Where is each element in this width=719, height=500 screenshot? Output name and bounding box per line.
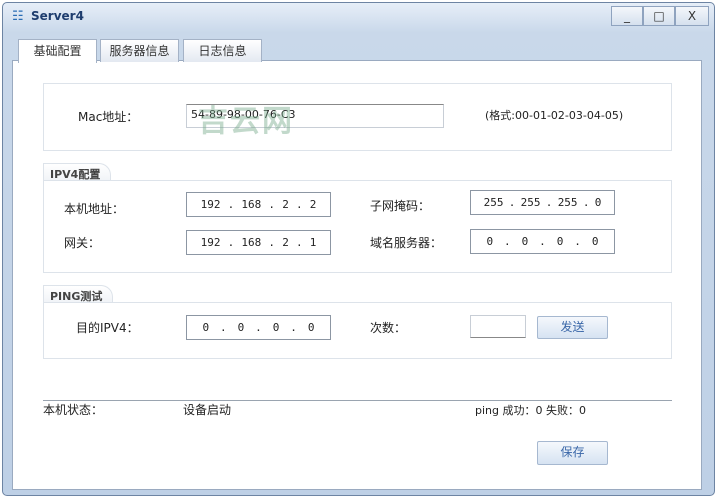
octet: 0 (237, 321, 245, 334)
tab-basic-config[interactable]: 基础配置 (18, 39, 97, 63)
octet: 1 (309, 236, 317, 249)
ip-address-input[interactable]: 192. 168. 2. 2 (186, 192, 331, 217)
octet: 255 (520, 196, 541, 209)
octet: 0 (486, 235, 494, 248)
subnet-mask-input[interactable]: 255. 255. 255. 0 (470, 190, 615, 215)
count-label: 次数： (370, 321, 407, 335)
save-button[interactable]: 保存 (537, 441, 608, 465)
maximize-button[interactable]: □ (643, 6, 675, 26)
dest-ipv4-label: 目的IPV4： (76, 321, 139, 335)
close-button[interactable]: X (675, 6, 709, 26)
subnet-mask-label: 子网掩码： (370, 199, 431, 213)
octet: 2 (282, 198, 289, 211)
ip-label: 本机地址： (64, 202, 125, 216)
mac-format-hint: (格式:00-01-02-03-04-05) (485, 109, 624, 122)
watermark: 吉云网 (198, 104, 294, 139)
dns-input[interactable]: 0.0.0.0 (470, 229, 615, 254)
title-bar[interactable]: ☷ Server4 _ □ X (3, 3, 714, 31)
window-title: Server4 (31, 9, 84, 23)
octet: 2 (309, 198, 317, 211)
tab-server-info[interactable]: 服务器信息 (100, 39, 179, 62)
tab-log-info[interactable]: 日志信息 (183, 39, 262, 62)
octet: 2 (282, 236, 289, 249)
octet: 192 (200, 236, 221, 249)
octet: 0 (591, 235, 599, 248)
count-input[interactable] (470, 315, 526, 338)
dest-ipv4-input[interactable]: 0.0.0.0 (186, 315, 331, 340)
octet: 0 (272, 321, 280, 334)
octet: 0 (307, 321, 315, 334)
octet: 255 (483, 196, 504, 209)
dns-label: 域名服务器： (370, 236, 443, 250)
mac-label: Mac地址： (78, 110, 139, 124)
status-label: 本机状态： (43, 403, 104, 417)
octet: 255 (557, 196, 578, 209)
gateway-label: 网关： (64, 236, 101, 250)
gateway-input[interactable]: 192. 168. 2. 1 (186, 230, 331, 255)
octet: 168 (241, 198, 262, 211)
octet: 0 (594, 196, 602, 209)
octet: 168 (241, 236, 262, 249)
octet: 0 (521, 235, 529, 248)
ping-group-label: PING测试 (43, 285, 113, 303)
octet: 192 (200, 198, 221, 211)
octet: 0 (556, 235, 564, 248)
ipv4-group-label: IPV4配置 (43, 163, 111, 181)
send-button[interactable]: 发送 (537, 316, 608, 339)
ping-result: ping 成功：0 失败：0 (475, 404, 586, 417)
server-app-icon: ☷ (12, 9, 24, 24)
minimize-button[interactable]: _ (611, 6, 643, 26)
octet: 0 (202, 321, 210, 334)
status-divider (43, 400, 672, 401)
status-value: 设备启动 (183, 403, 232, 417)
